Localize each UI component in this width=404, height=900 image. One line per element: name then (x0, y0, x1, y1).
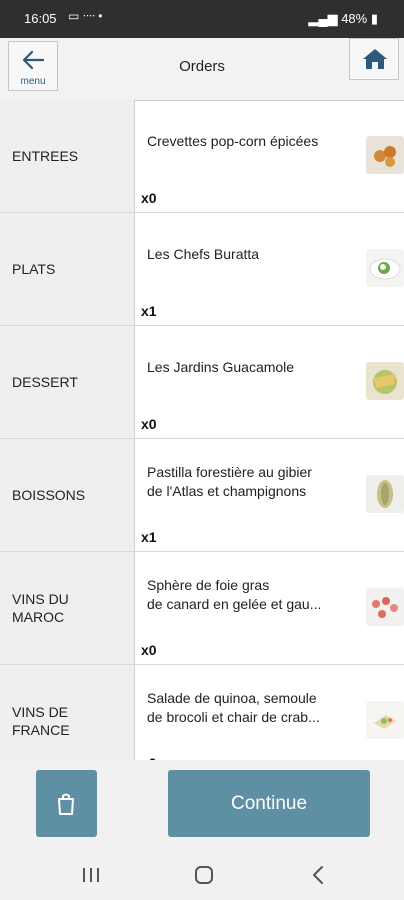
page-title: Orders (179, 58, 225, 75)
status-time: 16:05 (24, 11, 57, 26)
item-thumbnail (366, 475, 404, 513)
item-name: Les Chefs Buratta (147, 246, 260, 262)
order-row[interactable]: BOISSONS Pastilla forestière au gibier d… (0, 439, 404, 552)
back-menu-label: menu (20, 76, 46, 87)
order-row[interactable]: PLATS Les Chefs Buratta x1 (0, 213, 404, 326)
order-row[interactable]: ENTREES Crevettes pop-corn épicées x0 (0, 100, 404, 213)
item-quantity: x0 (141, 190, 157, 206)
category-cell[interactable]: ENTREES (0, 100, 135, 212)
category-label: ENTREES (12, 148, 79, 164)
item-thumbnail (366, 701, 404, 739)
category-cell[interactable]: VINS DE FRANCE (0, 665, 135, 760)
order-row[interactable]: DESSERT Les Jardins Guacamole x0 (0, 326, 404, 439)
cart-button[interactable] (36, 770, 97, 837)
system-nav-bar (0, 852, 404, 900)
signal-icon: ▂▄▆ (308, 11, 342, 26)
back-nav-icon[interactable] (308, 865, 330, 885)
category-cell[interactable]: PLATS (0, 213, 135, 325)
status-notification-icons: ▭ ᐧᐧᐧᐧ • (68, 9, 103, 23)
continue-button[interactable]: Continue (168, 770, 370, 837)
bottom-action-bar: Continue (0, 760, 404, 852)
item-thumbnail (366, 249, 404, 287)
category-label: DESSERT (12, 374, 78, 390)
home-nav-icon[interactable] (193, 865, 215, 885)
item-quantity: x1 (141, 529, 157, 545)
category-cell[interactable]: DESSERT (0, 326, 135, 438)
category-label: VINS DU MAROC (12, 591, 69, 625)
item-quantity: x0 (141, 416, 157, 432)
home-icon (363, 49, 387, 69)
recents-icon[interactable] (80, 865, 102, 885)
app-header: menu Orders (0, 38, 404, 101)
home-button[interactable] (349, 38, 399, 80)
status-bar: 16:05 ▭ ᐧᐧᐧᐧ • ▂▄▆ 48% ▮ (0, 0, 404, 38)
item-name: Salade de quinoa, semoule de brocoli et … (147, 690, 320, 725)
category-label: BOISSONS (12, 487, 86, 503)
item-thumbnail (366, 362, 404, 400)
item-name: Crevettes pop-corn épicées (147, 133, 319, 149)
battery-level: 48% (341, 11, 368, 26)
status-right: ▂▄▆ 48% ▮ (308, 11, 378, 27)
battery-icon: ▮ (370, 11, 378, 26)
order-row[interactable]: VINS DE FRANCE Salade de quinoa, semoule… (0, 665, 404, 760)
item-name: Sphère de foie gras de canard en gelée e… (147, 577, 322, 612)
category-cell[interactable]: BOISSONS (0, 439, 135, 551)
cart-icon (58, 793, 74, 815)
item-name: Pastilla forestière au gibier de l'Atlas… (147, 464, 312, 499)
item-name: Les Jardins Guacamole (147, 359, 295, 375)
orders-list[interactable]: ENTREES Crevettes pop-corn épicées x0 PL… (0, 100, 404, 760)
item-quantity: x1 (141, 303, 157, 319)
category-cell[interactable]: VINS DU MAROC (0, 552, 135, 664)
item-thumbnail (366, 136, 404, 174)
category-label: PLATS (12, 261, 56, 277)
item-quantity: x0 (141, 642, 157, 658)
item-thumbnail (366, 588, 404, 626)
category-label: VINS DE FRANCE (12, 704, 70, 738)
order-row[interactable]: VINS DU MAROC Sphère de foie gras de can… (0, 552, 404, 665)
